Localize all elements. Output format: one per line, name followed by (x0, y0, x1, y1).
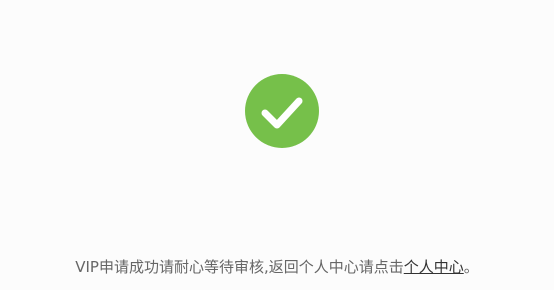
success-message: VIP申请成功请耐心等待审核,返回个人中心请点击个人中心。 (0, 256, 554, 278)
success-message-text: VIP申请成功请耐心等待审核,返回个人中心请点击 (75, 258, 404, 276)
personal-center-link[interactable]: 个人中心 (404, 258, 464, 276)
vip-application-success-page: VIP申请成功请耐心等待审核,返回个人中心请点击个人中心。 (0, 0, 554, 290)
message-suffix: 。 (463, 258, 479, 276)
checkmark-icon (261, 97, 303, 129)
success-badge (245, 74, 319, 148)
